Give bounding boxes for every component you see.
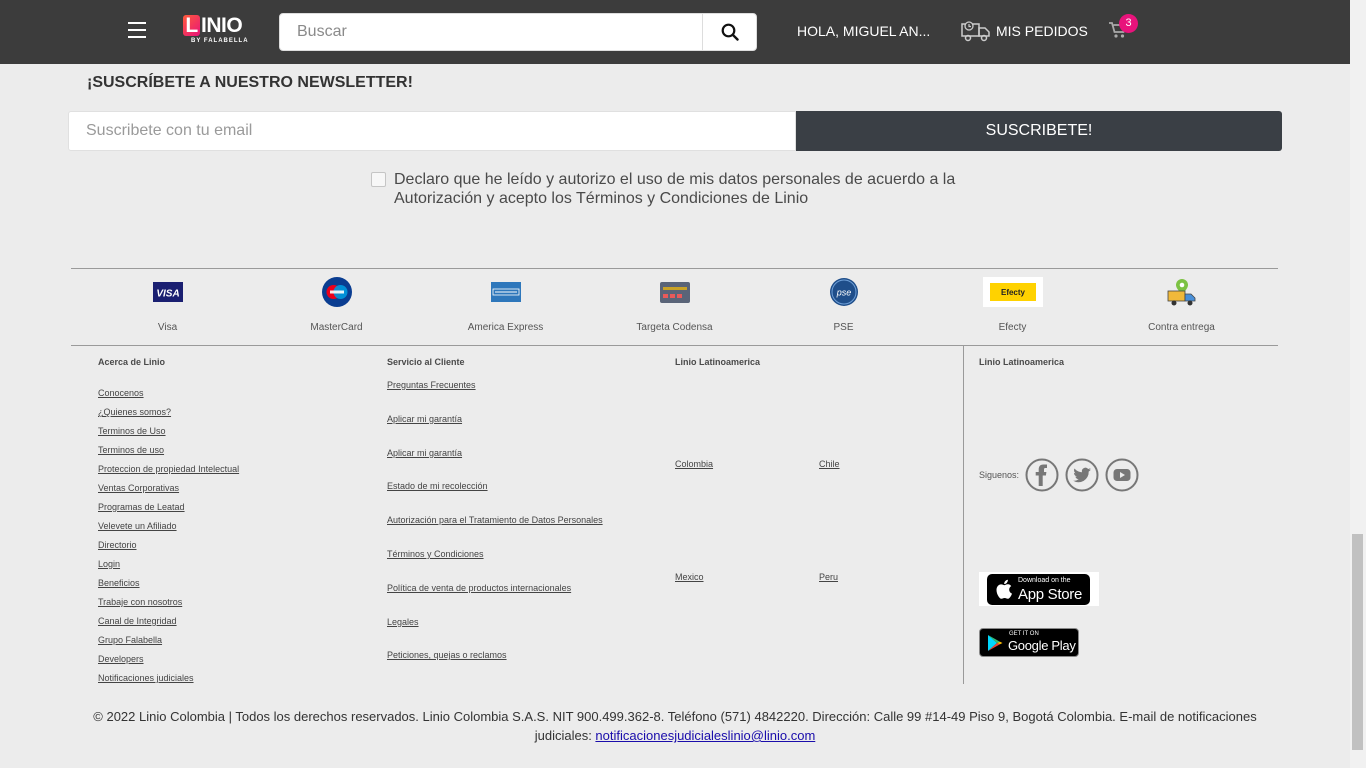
menu-icon[interactable] — [128, 22, 146, 38]
consent-text: Declaro que he leído y autorizo el uso d… — [394, 171, 956, 207]
footer-link-venta-internacional[interactable]: Política de venta de productos internaci… — [387, 583, 571, 593]
footer-link-datos-personales[interactable]: Autorización para el Tratamiento de Dato… — [387, 515, 603, 525]
pse-icon: pse — [829, 278, 858, 306]
footer-link-developers[interactable]: Developers — [98, 654, 144, 664]
google-play-icon — [988, 635, 1003, 651]
about-title: Acerca de Linio — [98, 357, 166, 367]
footer-link-afiliado[interactable]: Velevete un Afiliado — [98, 521, 177, 531]
footer-link-login[interactable]: Login — [98, 559, 120, 569]
footer-link-beneficios[interactable]: Beneficios — [98, 578, 140, 588]
footer-link-trabaje[interactable]: Trabaje con nosotros — [98, 597, 182, 607]
footer-link-notificaciones[interactable]: Notificaciones judiciales — [98, 673, 194, 683]
footer-link-pqr[interactable]: Peticiones, quejas o reclamos — [387, 650, 507, 660]
search-icon — [721, 23, 739, 41]
copyright-text: © 2022 Linio Colombia | Todos los derech… — [90, 707, 1260, 745]
payment-cash-on-delivery: Contra entrega — [1097, 276, 1266, 336]
efecty-icon: Efecty — [982, 277, 1043, 307]
judicial-email-link[interactable]: notificacionesjudicialeslinio@linio.com — [595, 728, 815, 743]
footer-link-propiedad-intelectual[interactable]: Proteccion de propiedad Intelectual — [98, 464, 239, 474]
payment-visa: VISA Visa — [83, 276, 252, 336]
mastercard-icon — [321, 277, 352, 307]
logo-text: INIO — [201, 14, 243, 37]
search-button[interactable] — [702, 14, 756, 50]
linio-logo[interactable]: L INIO BY FALABELLA — [183, 14, 253, 48]
footer-link-faq[interactable]: Preguntas Frecuentes — [387, 380, 476, 390]
payment-methods: VISA Visa MasterCard America Express Tar… — [83, 276, 1266, 336]
latam-title: Linio Latinoamerica — [675, 357, 761, 367]
appstore-big-text: App Store — [1018, 586, 1083, 603]
country-link-peru[interactable]: Peru — [819, 572, 838, 582]
footer-link-garantia[interactable]: Aplicar mi garantía — [387, 414, 462, 424]
search-bar — [279, 13, 757, 51]
footer-link-ventas-corporativas[interactable]: Ventas Corporativas — [98, 483, 179, 493]
appstore-small-text: Download on the — [1018, 577, 1071, 584]
amex-icon — [490, 282, 521, 302]
user-greeting[interactable]: HOLA, MIGUEL AN... — [797, 23, 930, 39]
newsletter-email-input[interactable] — [68, 111, 796, 151]
footer-link-directorio[interactable]: Directorio — [98, 540, 137, 550]
app-store-button[interactable]: Download on the App Store — [979, 572, 1099, 606]
facebook-icon[interactable] — [1025, 458, 1059, 492]
country-link-colombia[interactable]: Colombia — [675, 459, 713, 469]
consent-checkbox[interactable] — [371, 172, 386, 187]
scrollbar-thumb[interactable] — [1352, 534, 1363, 750]
footer-link-legales[interactable]: Legales — [387, 617, 419, 627]
footer-link-conocenos[interactable]: Conocenos — [98, 388, 144, 398]
logo-subtitle: BY FALABELLA — [191, 38, 249, 44]
orders-truck-icon — [961, 21, 990, 42]
footer-link-programas-lealtad[interactable]: Programas de Leatad — [98, 502, 185, 512]
footer-link-terminos-condiciones[interactable]: Términos y Condiciones — [387, 549, 484, 559]
apple-icon — [996, 579, 1012, 599]
svg-text:pse: pse — [835, 288, 851, 298]
subscribe-button[interactable]: SUSCRIBETE! — [796, 111, 1282, 151]
footer-link-terminos-uso-2[interactable]: Terminos de uso — [98, 445, 164, 455]
payment-codensa: Targeta Codensa — [590, 276, 759, 336]
delivery-truck-icon — [1167, 279, 1195, 306]
gplay-small-text: GET IT ON — [1009, 631, 1039, 637]
newsletter-title: ¡SUSCRÍBETE A NUESTRO NEWSLETTER! — [87, 74, 413, 91]
social-title: Linio Latinoamerica — [979, 357, 1065, 367]
footer-link-recoleccion[interactable]: Estado de mi recolección — [387, 481, 488, 491]
follow-label: Siguenos: — [979, 470, 1020, 480]
divider-top — [71, 268, 1278, 269]
footer-link-quienes-somos[interactable]: ¿Quienes somos? — [98, 407, 171, 417]
payment-pse: pse PSE — [759, 276, 928, 336]
google-play-button[interactable]: GET IT ON Google Play — [979, 628, 1079, 657]
footer-link-canal-integridad[interactable]: Canal de Integridad — [98, 616, 177, 626]
gplay-big-text: Google Play — [1008, 638, 1076, 653]
footer-link-terminos-uso[interactable]: Terminos de Uso — [98, 426, 166, 436]
footer-link-grupo-falabella[interactable]: Grupo Falabella — [98, 635, 162, 645]
payment-mastercard: MasterCard — [252, 276, 421, 336]
orders-label: MIS PEDIDOS — [996, 23, 1088, 39]
codensa-card-icon — [659, 281, 690, 303]
divider-bottom — [71, 345, 1278, 346]
twitter-icon[interactable] — [1065, 458, 1099, 492]
column-divider — [963, 346, 964, 684]
cart-count-badge: 3 — [1119, 14, 1138, 33]
svg-text:VISA: VISA — [156, 289, 179, 300]
svg-text:Efecty: Efecty — [1000, 288, 1025, 297]
youtube-icon[interactable] — [1105, 458, 1139, 492]
payment-amex: America Express — [421, 276, 590, 336]
country-link-chile[interactable]: Chile — [819, 459, 840, 469]
payment-efecty: Efecty Efecty — [928, 276, 1097, 336]
service-title: Servicio al Cliente — [387, 357, 465, 367]
search-input[interactable] — [280, 14, 700, 50]
visa-icon: VISA — [152, 282, 183, 302]
top-header: LINIO BY FALABELLA HOLA, MIGUEL AN... MI… — [0, 0, 1350, 64]
footer-link-garantia-2[interactable]: Aplicar mi garantía — [387, 448, 462, 458]
country-link-mexico[interactable]: Mexico — [675, 572, 704, 582]
my-orders-link[interactable]: MIS PEDIDOS — [960, 17, 1088, 45]
